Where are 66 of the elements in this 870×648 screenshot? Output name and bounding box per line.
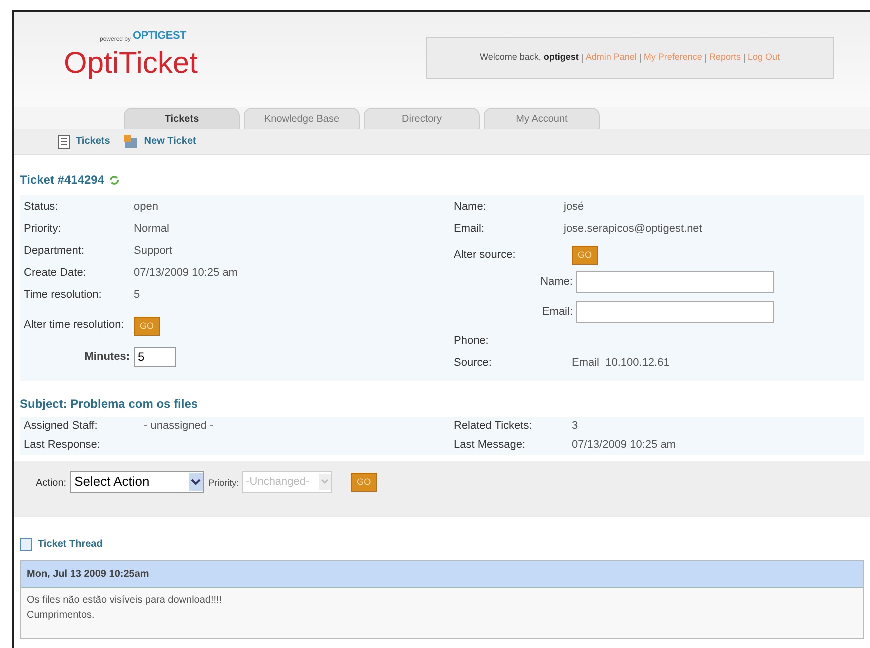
field-label: Phone: [454, 334, 490, 348]
subnav-link[interactable]: Tickets [58, 134, 110, 149]
header-link[interactable]: My Preference [644, 51, 702, 65]
field-value: open [134, 200, 158, 215]
field-value: - unassigned - [144, 420, 214, 432]
header-link[interactable]: Reports [709, 51, 741, 65]
field-label: Time resolution: [24, 288, 103, 303]
brand-logo: OPTIGEST [133, 29, 186, 44]
ticket-title: Ticket #414294 [20, 172, 105, 189]
document-icon [58, 134, 70, 148]
go-button[interactable]: GO [134, 316, 160, 336]
field-label: Priority: [24, 222, 62, 237]
field-label: Status: [24, 200, 60, 215]
field-value: 5 [134, 288, 140, 303]
field-value: 07/13/2009 10:25 am [134, 266, 238, 281]
link-separator [705, 54, 706, 62]
go-button[interactable]: GO [572, 246, 598, 264]
field-label: Alter time resolution: [24, 319, 126, 333]
header-link[interactable]: Admin Panel [586, 51, 637, 65]
field-label: Last Message: [454, 438, 527, 454]
minutes-field[interactable]: 5 [134, 347, 176, 367]
field-value: jose.serapicos@optigest.net [564, 222, 702, 237]
nav-tab[interactable]: Knowledge Base [244, 108, 360, 129]
field-label: Name: [454, 200, 488, 215]
field-value: josé [564, 200, 584, 215]
field-label: Source: [454, 356, 493, 370]
link-separator [640, 54, 641, 62]
subject-title: Subject: Problema com os files [20, 396, 200, 413]
field-label: Email: [454, 222, 486, 237]
field-value: Email 10.100.12.61 [572, 356, 670, 370]
field-value: 07/13/2009 10:25 am [572, 438, 676, 454]
action-label: Action: [36, 477, 67, 491]
field-label: Assigned Staff: [24, 419, 99, 434]
field-value: Normal [134, 222, 170, 237]
new-ticket-icon [124, 134, 138, 148]
source-field[interactable] [576, 271, 774, 293]
thread-date: Mon, Jul 13 2009 10:25am [27, 568, 150, 582]
message-text: Os files não estão visíveis para download!!!! [27, 594, 224, 608]
source-field-label: Name: [540, 274, 573, 290]
link-separator [744, 54, 745, 62]
header-link[interactable]: Log Out [748, 51, 780, 65]
document-icon [20, 538, 32, 551]
field-label: Department: [24, 244, 86, 259]
priority-label: Priority: [208, 477, 240, 490]
dropdown-icon[interactable] [188, 473, 203, 491]
minutes-label: Minutes: [84, 350, 130, 365]
field-value: 3 [572, 419, 578, 434]
link-separator [582, 54, 583, 62]
source-field[interactable] [576, 301, 774, 323]
nav-tab[interactable]: Directory [364, 108, 480, 129]
app-logo: OptiTicket [64, 46, 199, 82]
field-label: Alter source: [454, 248, 517, 263]
subnav-link[interactable]: New Ticket [124, 134, 196, 149]
action-select[interactable]: Select Action [70, 471, 204, 493]
field-label: Create Date: [24, 266, 88, 281]
source-field-label: Email: [541, 304, 573, 320]
thread-title[interactable]: Ticket Thread [38, 537, 103, 552]
field-label: Related Tickets: [454, 419, 534, 434]
nav-tab[interactable]: Tickets [124, 108, 240, 129]
go-button[interactable]: GO [351, 473, 378, 492]
welcome-text: Welcome back, optigest [480, 51, 579, 64]
field-label: Last Response: [24, 438, 102, 454]
message-text: Cumprimentos. [27, 609, 96, 623]
nav-tab[interactable]: My Account [484, 108, 600, 129]
field-value: Support [134, 244, 173, 259]
refresh-icon[interactable] [108, 174, 120, 186]
